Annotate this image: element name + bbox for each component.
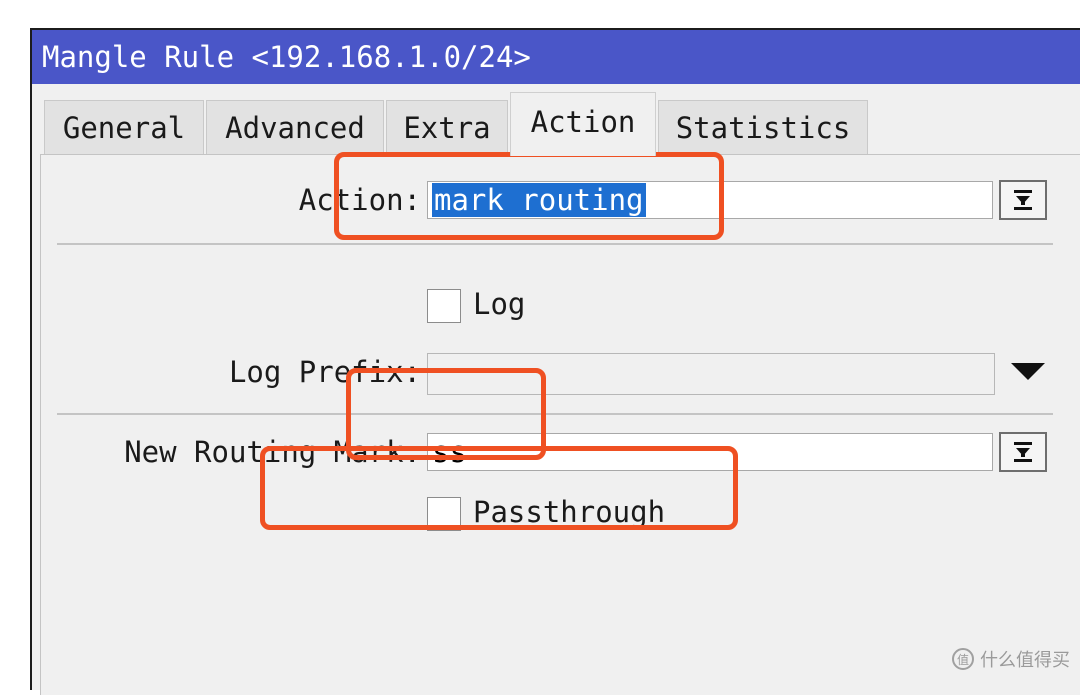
log-prefix-input[interactable] bbox=[427, 353, 995, 395]
tab-extra[interactable]: Extra bbox=[386, 100, 508, 154]
action-select[interactable]: mark routing bbox=[427, 181, 993, 219]
tab-general[interactable]: General bbox=[44, 100, 204, 154]
routing-mark-dropdown-button[interactable] bbox=[999, 432, 1047, 472]
tab-action[interactable]: Action bbox=[510, 92, 656, 156]
watermark-text: 什么值得买 bbox=[980, 650, 1070, 671]
passthrough-checkbox[interactable] bbox=[427, 497, 461, 531]
log-prefix-label: Log Prefix: bbox=[228, 355, 421, 389]
watermark: 值 什么值得买 bbox=[952, 646, 1070, 672]
separator bbox=[57, 243, 1053, 245]
down-arrow-to-bar-icon bbox=[1014, 442, 1032, 462]
tab-statistics[interactable]: Statistics bbox=[658, 100, 868, 154]
mangle-rule-window: Mangle Rule <192.168.1.0/24> General Adv… bbox=[30, 28, 1080, 695]
action-tab-panel: Action: mark routing Log Log Prefix: New… bbox=[40, 154, 1080, 695]
action-value: mark routing bbox=[432, 183, 646, 217]
separator bbox=[57, 413, 1053, 415]
new-routing-mark-input[interactable]: ss bbox=[427, 433, 993, 471]
log-checkbox[interactable] bbox=[427, 289, 461, 323]
log-label: Log bbox=[473, 287, 526, 321]
triangle-down-icon[interactable] bbox=[1011, 363, 1045, 380]
tab-advanced[interactable]: Advanced bbox=[206, 100, 384, 154]
new-routing-mark-label: New Routing Mark: bbox=[124, 435, 421, 469]
action-label: Action: bbox=[298, 183, 421, 217]
passthrough-label: Passthrough bbox=[473, 495, 666, 529]
down-arrow-to-bar-icon bbox=[1014, 190, 1032, 210]
tab-strip: General Advanced Extra Action Statistics bbox=[32, 84, 1080, 156]
window-title: Mangle Rule <192.168.1.0/24> bbox=[32, 30, 1080, 84]
action-dropdown-button[interactable] bbox=[999, 180, 1047, 220]
watermark-logo-icon: 值 bbox=[952, 648, 974, 670]
